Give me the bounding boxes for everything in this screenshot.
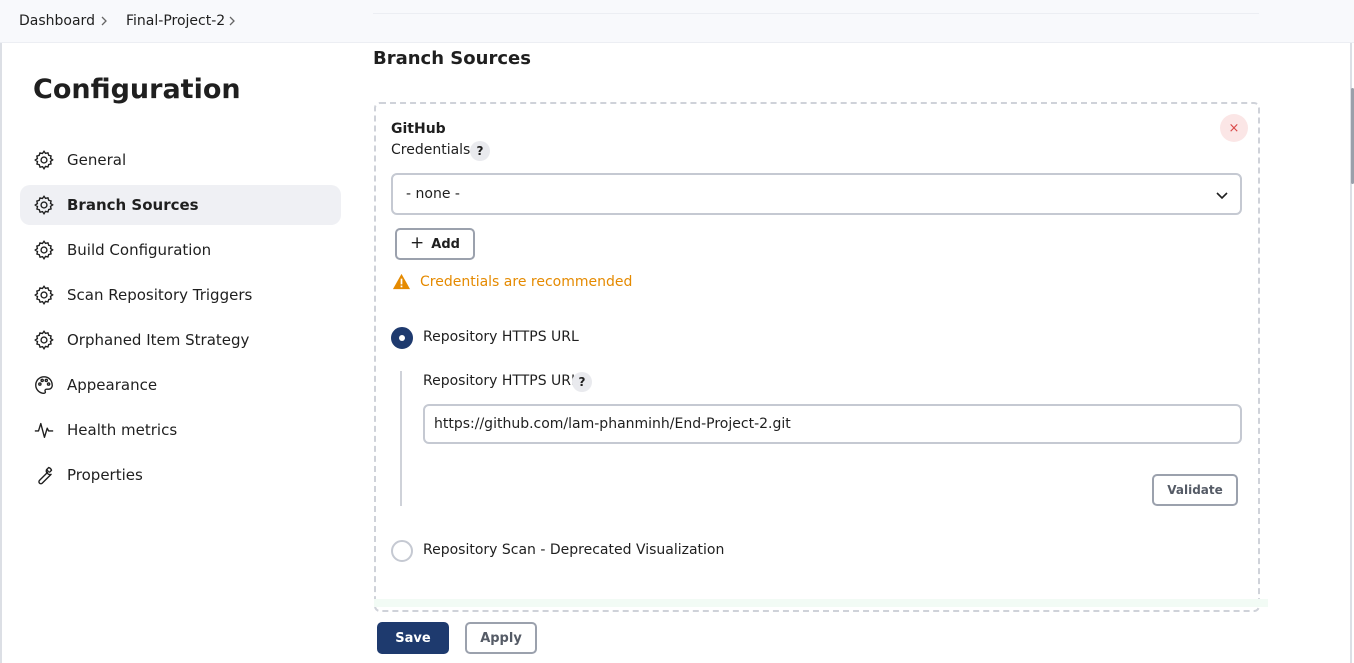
page-title: Configuration — [33, 74, 241, 105]
credentials-value: - none - — [406, 186, 460, 202]
breadcrumb-dashboard[interactable]: Dashboard — [19, 13, 95, 29]
chevron-right-icon[interactable] — [226, 14, 238, 28]
wrench-icon — [33, 464, 55, 486]
sidebar-item-appearance[interactable]: Appearance — [20, 365, 341, 405]
apply-button[interactable]: Apply — [465, 622, 537, 654]
sidebar-item-properties[interactable]: Properties — [20, 455, 341, 495]
url-field-label: Repository HTTPS URL — [423, 373, 579, 389]
sidebar-item-label: Build Configuration — [67, 241, 212, 259]
breadcrumb: Dashboard Final-Project-2 — [0, 0, 1354, 43]
help-icon[interactable]: ? — [572, 372, 592, 392]
credentials-select[interactable]: - none - — [391, 173, 1242, 215]
chevron-down-icon — [1216, 192, 1228, 200]
plus-icon: + — [410, 233, 425, 253]
sidebar-item-label: Scan Repository Triggers — [67, 286, 253, 304]
chevron-right-icon — [101, 16, 107, 26]
sidebar-item-label: Appearance — [67, 376, 158, 394]
sidebar-item-health-metrics[interactable]: Health metrics — [20, 410, 341, 450]
radio-label-https: Repository HTTPS URL — [423, 329, 579, 345]
credentials-label: Credentials — [391, 142, 471, 158]
close-icon[interactable]: × — [1220, 114, 1248, 142]
sidebar-item-label: Branch Sources — [67, 196, 199, 214]
help-icon[interactable]: ? — [470, 141, 490, 161]
sidebar-item-orphaned-item-strategy[interactable]: Orphaned Item Strategy — [20, 320, 341, 360]
add-credentials-button[interactable]: + Add — [395, 228, 475, 260]
palette-icon — [33, 374, 55, 396]
sidebar-item-label: General — [67, 151, 127, 169]
gear-icon — [33, 284, 55, 306]
section-title: Branch Sources — [373, 48, 531, 69]
save-button[interactable]: Save — [377, 622, 449, 654]
credentials-warning: Credentials are recommended — [392, 272, 632, 291]
gear-icon — [33, 149, 55, 171]
sidebar-item-build-configuration[interactable]: Build Configuration — [20, 230, 341, 270]
validate-button[interactable]: Validate — [1152, 474, 1238, 506]
sidebar-item-general[interactable]: General — [20, 140, 341, 180]
gear-icon — [33, 329, 55, 351]
warning-icon — [392, 273, 411, 290]
radio-label-scan: Repository Scan - Deprecated Visualizati… — [423, 542, 725, 558]
nested-divider — [400, 371, 402, 506]
gear-icon — [33, 239, 55, 261]
divider — [373, 13, 1259, 14]
window-edge — [0, 43, 2, 663]
radio-repository-https-url[interactable] — [391, 327, 413, 349]
add-source-strip — [374, 599, 1268, 607]
pulse-icon — [33, 419, 55, 441]
sidebar-item-scan-repository-triggers[interactable]: Scan Repository Triggers — [20, 275, 341, 315]
gear-icon — [33, 194, 55, 216]
add-button-label: Add — [431, 236, 460, 252]
sidebar-item-label: Orphaned Item Strategy — [67, 331, 250, 349]
panel-title: GitHub — [391, 121, 446, 137]
sidebar-item-label: Properties — [67, 466, 143, 484]
radio-repository-scan[interactable] — [391, 540, 413, 562]
sidebar-item-branch-sources[interactable]: Branch Sources — [20, 185, 341, 225]
repository-url-value: https://github.com/lam-phanminh/End-Proj… — [434, 416, 791, 432]
warning-text: Credentials are recommended — [420, 273, 633, 290]
sidebar-item-label: Health metrics — [67, 421, 178, 439]
breadcrumb-project[interactable]: Final-Project-2 — [126, 13, 225, 29]
repository-url-input[interactable]: https://github.com/lam-phanminh/End-Proj… — [423, 404, 1242, 444]
